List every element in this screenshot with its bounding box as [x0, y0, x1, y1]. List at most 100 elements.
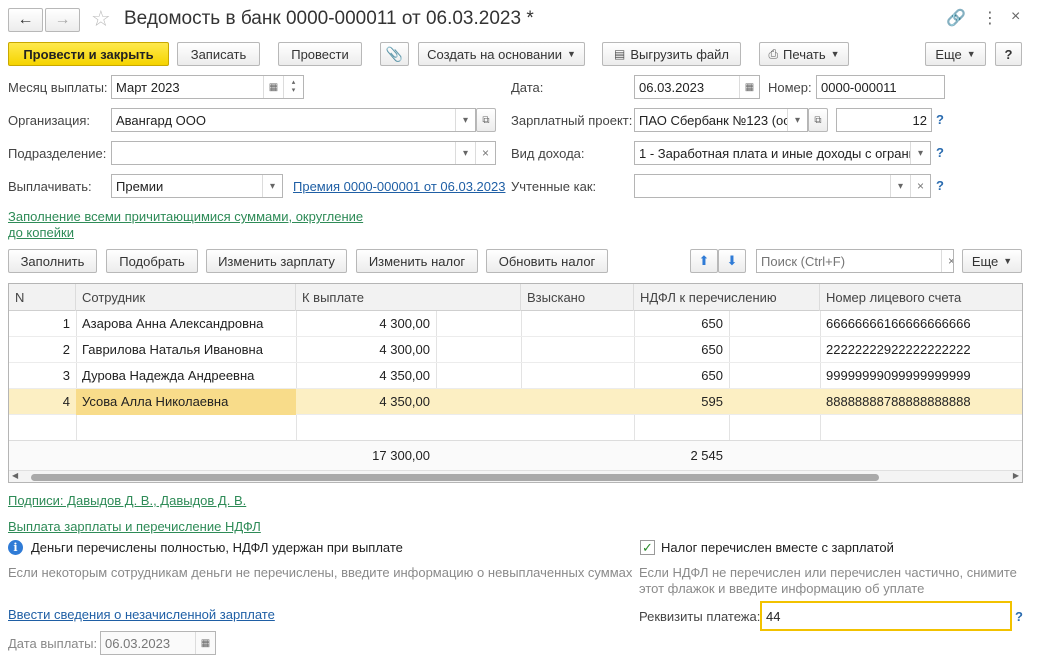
unpaid-salary-link[interactable]: Ввести сведения о незачисленной зарплате [8, 607, 275, 622]
open-icon: ⧉ [482, 114, 490, 126]
chevron-down-icon[interactable]: ▾ [455, 142, 475, 164]
link-icon[interactable]: 🔗 [946, 8, 966, 28]
organization-label: Организация: [8, 113, 91, 128]
open-project-button[interactable]: ⧉ [808, 108, 828, 132]
table-row[interactable]: 3 Дурова Надежда Андреевна 4 350,00 650 … [9, 363, 1022, 389]
fill-button[interactable]: Заполнить [8, 249, 97, 273]
chevron-down-icon[interactable]: ▾ [787, 109, 807, 131]
attach-button[interactable]: 📎 [380, 42, 409, 66]
salary-project-field[interactable]: ПАО Сбербанк №123 (ос ▾ [634, 108, 808, 132]
tax-note: Если НДФЛ не перечислен или перечислен ч… [639, 565, 1017, 596]
number-label: Номер: [768, 80, 812, 95]
clear-icon[interactable]: × [910, 175, 930, 197]
income-type-field[interactable]: 1 - Заработная плата и иные доходы с огр… [634, 141, 931, 165]
department-field[interactable]: ▾ × [111, 141, 496, 165]
clear-icon[interactable]: × [475, 142, 495, 164]
scroll-left-icon[interactable]: ◀ [12, 471, 18, 480]
export-icon: ▤ [613, 47, 626, 61]
move-down-button[interactable]: ⬇ [718, 249, 746, 273]
employees-table[interactable]: N Сотрудник К выплате Взыскано НДФЛ к пе… [8, 283, 1023, 483]
paperclip-icon: 📎 [385, 45, 404, 62]
chevron-down-icon[interactable]: ▾ [262, 175, 282, 197]
post-button[interactable]: Провести [278, 42, 362, 66]
post-and-close-button[interactable]: Провести и закрыть [8, 42, 169, 66]
table-footer: 17 300,00 2 545 [9, 440, 1022, 470]
calendar-icon[interactable]: ▦ [739, 76, 759, 98]
payment-details-field[interactable]: 44 [760, 601, 1012, 631]
more-button[interactable]: Еще ▼ [925, 42, 986, 66]
table-row[interactable]: 2 Гаврилова Наталья Ивановна 4 300,00 65… [9, 337, 1022, 363]
calendar-icon[interactable]: ▦ [263, 76, 283, 98]
pay-label: Выплачивать: [8, 179, 92, 194]
date-field[interactable]: 06.03.2023 ▦ [634, 75, 760, 99]
open-organization-button[interactable]: ⧉ [476, 108, 496, 132]
salary-project-label: Зарплатный проект: [511, 113, 633, 128]
search-input[interactable]: × [756, 249, 954, 273]
table-more-button[interactable]: Еще ▼ [962, 249, 1022, 273]
change-salary-button[interactable]: Изменить зарплату [206, 249, 347, 273]
income-type-label: Вид дохода: [511, 146, 585, 161]
bonus-document-link[interactable]: Премия 0000-000001 от 06.03.2023 [293, 179, 505, 194]
column-account[interactable]: Номер лицевого счета [820, 284, 1022, 311]
spin-icon[interactable]: ▴ ▾ [283, 76, 303, 98]
change-tax-button[interactable]: Изменить налог [356, 249, 478, 273]
page-title: Ведомость в банк 0000-000011 от 06.03.20… [124, 8, 534, 29]
column-ndfl[interactable]: НДФЛ к перечислению [634, 284, 820, 311]
printer-icon: ⎙ [768, 46, 779, 61]
forward-button[interactable]: → [45, 8, 80, 32]
help-icon[interactable]: ? [936, 145, 944, 160]
month-field[interactable]: Март 2023 ▦ ▴ ▾ [111, 75, 304, 99]
create-based-button[interactable]: Создать на основании ▼ [418, 42, 585, 66]
help-icon[interactable]: ? [936, 112, 944, 127]
department-label: Подразделение: [8, 146, 107, 161]
chevron-down-icon[interactable]: ▾ [890, 175, 910, 197]
arrow-right-icon: → [54, 11, 71, 28]
update-tax-button[interactable]: Обновить налог [486, 249, 608, 273]
help-icon[interactable]: ? [936, 178, 944, 193]
more-vertical-icon[interactable]: ⋮ [982, 8, 998, 28]
chevron-down-icon: ▼ [566, 49, 576, 59]
table-row[interactable]: 1 Азарова Анна Александровна 4 300,00 65… [9, 311, 1022, 337]
pay-field[interactable]: Премии ▾ [111, 174, 283, 198]
info-icon: i [8, 540, 23, 555]
payout-status-text: Деньги перечислены полностью, НДФЛ удерж… [31, 540, 403, 555]
chevron-down-icon[interactable]: ▾ [455, 109, 475, 131]
signatures-link[interactable]: Подписи: Давыдов Д. В., Давыдов Д. В. [8, 493, 246, 508]
pick-button[interactable]: Подобрать [106, 249, 198, 273]
number-field[interactable]: 0000-000011 [816, 75, 945, 99]
save-button[interactable]: Записать [177, 42, 260, 66]
column-pay[interactable]: К выплате [296, 284, 521, 311]
tax-paid-label: Налог перечислен вместе с зарплатой [661, 540, 894, 555]
calendar-icon[interactable]: ▦ [195, 632, 215, 654]
column-recovered[interactable]: Взыскано [521, 284, 634, 311]
counted-as-label: Учтенные как: [511, 179, 597, 194]
help-icon[interactable]: ? [1015, 609, 1023, 624]
close-icon[interactable]: × [1011, 8, 1020, 26]
chevron-down-icon: ▼ [830, 49, 840, 59]
organization-field[interactable]: Авангард ООО ▾ [111, 108, 476, 132]
star-icon[interactable]: ☆ [91, 6, 111, 32]
paydate-field[interactable]: 06.03.2023 ▦ [100, 631, 216, 655]
column-employee[interactable]: Сотрудник [76, 284, 296, 311]
scroll-right-icon[interactable]: ▶ [1013, 471, 1019, 480]
search-box[interactable] [757, 250, 941, 272]
print-button[interactable]: ⎙ Печать ▼ [759, 42, 849, 66]
month-label: Месяц выплаты: [8, 80, 108, 95]
chevron-down-icon: ▼ [1003, 256, 1013, 266]
help-button[interactable]: ? [995, 42, 1022, 66]
table-header: N Сотрудник К выплате Взыскано НДФЛ к пе… [9, 284, 1022, 311]
scroll-thumb[interactable] [31, 474, 879, 481]
payout-link[interactable]: Выплата зарплаты и перечисление НДФЛ [8, 519, 261, 534]
table-row-selected[interactable]: 4 Усова Алла Николаевна 4 350,00 595 888… [9, 389, 1022, 415]
move-up-button[interactable]: ⬆ [690, 249, 718, 273]
tax-paid-checkbox[interactable]: ✓ [640, 540, 655, 555]
horizontal-scrollbar[interactable]: ◀ ▶ [9, 470, 1022, 482]
chevron-down-icon[interactable]: ▾ [910, 142, 930, 164]
project-count-field[interactable]: 12 [836, 108, 932, 132]
counted-as-field[interactable]: ▾ × [634, 174, 931, 198]
export-file-button[interactable]: ▤ Выгрузить файл [602, 42, 741, 66]
back-button[interactable]: ← [8, 8, 43, 32]
fill-mode-link[interactable]: Заполнение всеми причитающимися суммами,… [8, 209, 363, 241]
column-n[interactable]: N [9, 284, 76, 311]
clear-icon[interactable]: × [941, 250, 953, 272]
